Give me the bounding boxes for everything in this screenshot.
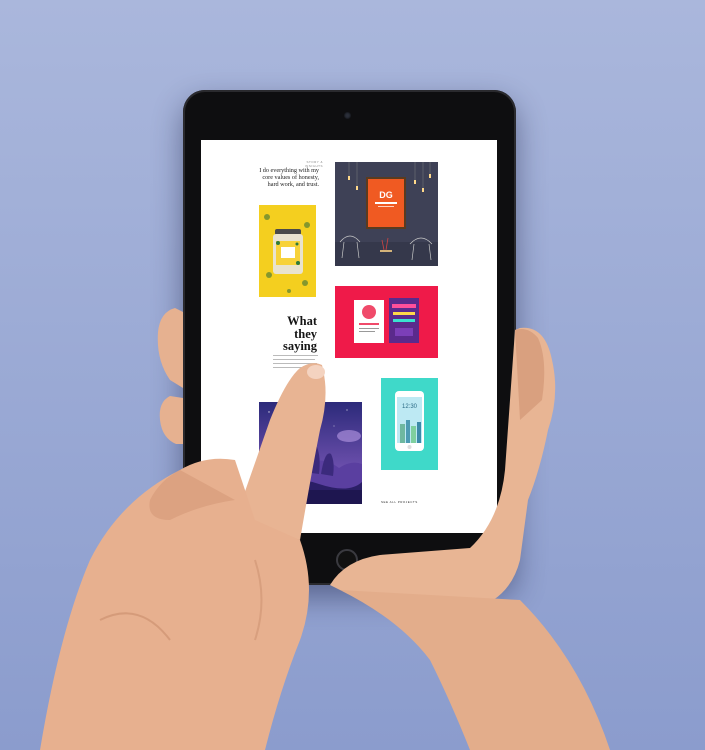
hands-illustration: [40, 308, 610, 750]
